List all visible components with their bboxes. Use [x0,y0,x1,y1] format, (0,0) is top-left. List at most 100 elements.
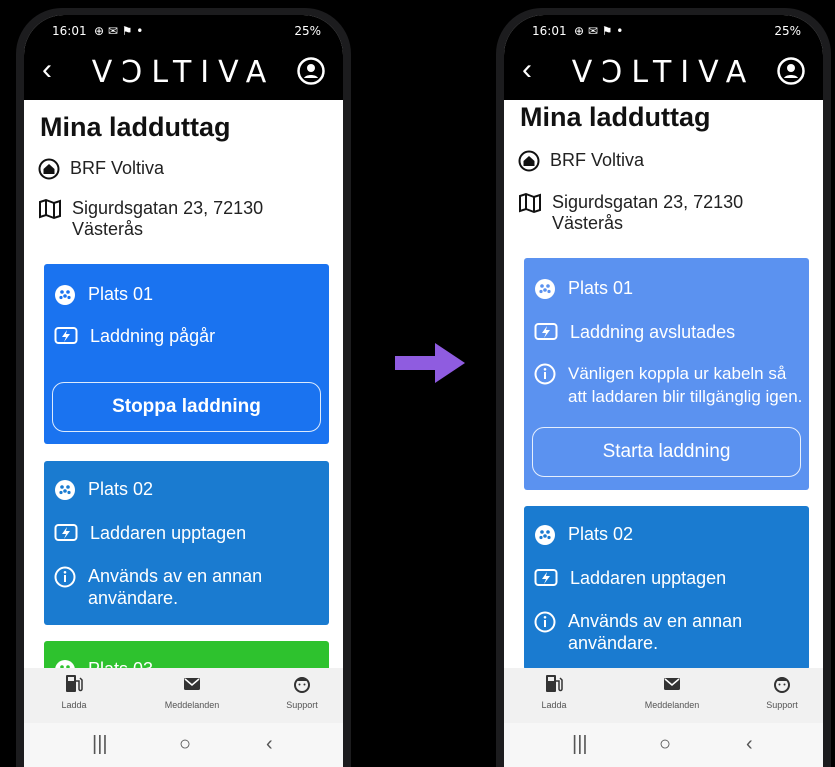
card-place-row: Plats 01 [534,277,633,300]
main-content: Mina ladduttag BRF Voltiva Sigurdsgatan … [24,100,343,675]
house-icon [518,150,540,172]
card-status-row: Laddaren upptagen [54,522,246,544]
status-text: Laddaren upptagen [90,523,247,543]
charging-bolt-icon [534,323,558,340]
organization-row: BRF Voltiva [518,150,644,172]
nav-ladda-label: Ladda [61,700,87,710]
place-label: Plats 02 [568,524,634,544]
charger-plug-icon [535,279,555,299]
back-icon[interactable]: ‹ [266,733,273,756]
charger-card-plats-02[interactable]: Plats 02 Laddaren upptagen Används av en… [44,461,329,625]
nav-ladda[interactable]: Ladda [34,674,114,710]
back-icon[interactable]: ‹ [746,733,753,756]
card-info-row: Används av en annan användare. [534,610,754,654]
nav-meddelanden-label: Meddelanden [644,700,700,710]
charger-card-plats-02[interactable]: Plats 02 Laddaren upptagen Används av en… [524,506,809,670]
charger-plug-icon [535,525,555,545]
nav-support-label: Support [286,700,318,710]
nav-meddelanden-label: Meddelanden [164,700,220,710]
card-info-row: Vänligen koppla ur kabeln så att laddare… [534,362,805,408]
charging-station-icon [66,675,83,692]
info-text: Vänligen koppla ur kabeln så att laddare… [568,364,803,406]
app-header: ‹ VƆLTIVA [24,45,343,100]
home-icon[interactable]: ○ [659,733,671,756]
nav-meddelanden[interactable]: Meddelanden [632,674,712,710]
brand-logo: VƆLTIVA [571,55,756,90]
charging-bolt-icon [54,327,78,344]
address-text: Sigurdsgatan 23, 72130 Västerås [72,198,264,239]
card-status-row: Laddning pågår [54,325,215,347]
nav-support[interactable]: Support [742,674,822,710]
status-bar: 16:01 ⊕ ✉ ⚑ • 25% [24,15,343,45]
status-time: 16:01 [52,24,87,38]
mail-icon [664,678,680,690]
page-title: Mina ladduttag [520,102,711,132]
charging-station-icon [546,675,563,692]
info-text: Används av en annan användare. [568,611,743,653]
charger-plug-icon [55,285,75,305]
transition-arrow-icon [395,343,465,383]
recent-apps-icon[interactable]: ||| [572,733,588,756]
charging-bolt-icon [54,524,78,541]
nav-ladda[interactable]: Ladda [514,674,594,710]
info-icon [534,611,556,633]
battery-level: 25% [774,24,801,38]
info-text: Används av en annan användare. [88,566,263,608]
bottom-navigation: Ladda Meddelanden Support [504,668,823,723]
status-bar: 16:01 ⊕ ✉ ⚑ • 25% [504,15,823,45]
status-text: Laddaren upptagen [570,568,727,588]
home-icon[interactable]: ○ [179,733,191,756]
screen: 16:01 ⊕ ✉ ⚑ • 25% ‹ VƆLTIVA Mina laddutt… [504,15,823,767]
nav-meddelanden[interactable]: Meddelanden [152,674,232,710]
place-label: Plats 01 [568,278,634,298]
address-row: Sigurdsgatan 23, 72130 Västerås [518,192,748,234]
brand-logo: VƆLTIVA [91,55,276,90]
card-place-row: Plats 01 [54,283,153,306]
status-text: Laddning avslutades [570,322,736,342]
organization-name: BRF Voltiva [550,150,645,170]
card-status-row: Laddaren upptagen [534,567,726,589]
charging-bolt-icon [534,569,558,586]
card-info-row: Används av en annan användare. [54,565,274,609]
system-navigation: ||| ○ ‹ [504,723,823,767]
battery-level: 25% [294,24,321,38]
nav-support-label: Support [766,700,798,710]
info-icon [54,566,76,588]
map-icon [519,192,541,214]
nav-support[interactable]: Support [262,674,342,710]
system-navigation: ||| ○ ‹ [24,723,343,767]
mail-icon [184,678,200,690]
status-notification-icons: ⊕ ✉ ⚑ • [574,24,624,38]
page-title: Mina ladduttag [40,112,231,142]
support-face-icon [294,677,310,693]
charger-plug-icon [55,480,75,500]
organization-row: BRF Voltiva [38,158,164,180]
phone-before: 16:01 ⊕ ✉ ⚑ • 25% ‹ VƆLTIVA Mina laddutt… [16,8,351,767]
app-header: ‹ VƆLTIVA [504,45,823,100]
bottom-navigation: Ladda Meddelanden Support [24,668,343,723]
map-icon [39,198,61,220]
status-time: 16:01 [532,24,567,38]
screen: 16:01 ⊕ ✉ ⚑ • 25% ‹ VƆLTIVA Mina laddutt… [24,15,343,767]
place-label: Plats 02 [88,479,154,499]
support-face-icon [774,677,790,693]
status-text: Laddning pågår [90,326,216,346]
card-status-row: Laddning avslutades [534,321,735,343]
card-place-row: Plats 02 [534,523,633,546]
charger-card-plats-01[interactable]: Plats 01 Laddning avslutades Vänligen ko… [524,258,809,490]
user-profile-icon[interactable] [777,57,805,85]
main-content: Mina ladduttag BRF Voltiva Sigurdsgatan … [504,100,823,675]
recent-apps-icon[interactable]: ||| [92,733,108,756]
organization-name: BRF Voltiva [70,158,165,178]
user-profile-icon[interactable] [297,57,325,85]
start-charging-button[interactable]: Starta laddning [532,427,801,477]
stop-charging-button[interactable]: Stoppa laddning [52,382,321,432]
charger-card-plats-01[interactable]: Plats 01 Laddning pågår Stoppa laddning [44,264,329,444]
address-row: Sigurdsgatan 23, 72130 Västerås [38,198,268,240]
phone-after: 16:01 ⊕ ✉ ⚑ • 25% ‹ VƆLTIVA Mina laddutt… [496,8,831,767]
status-notification-icons: ⊕ ✉ ⚑ • [94,24,144,38]
address-text: Sigurdsgatan 23, 72130 Västerås [552,192,744,233]
place-label: Plats 01 [88,284,154,304]
info-icon [534,363,556,385]
house-icon [38,158,60,180]
